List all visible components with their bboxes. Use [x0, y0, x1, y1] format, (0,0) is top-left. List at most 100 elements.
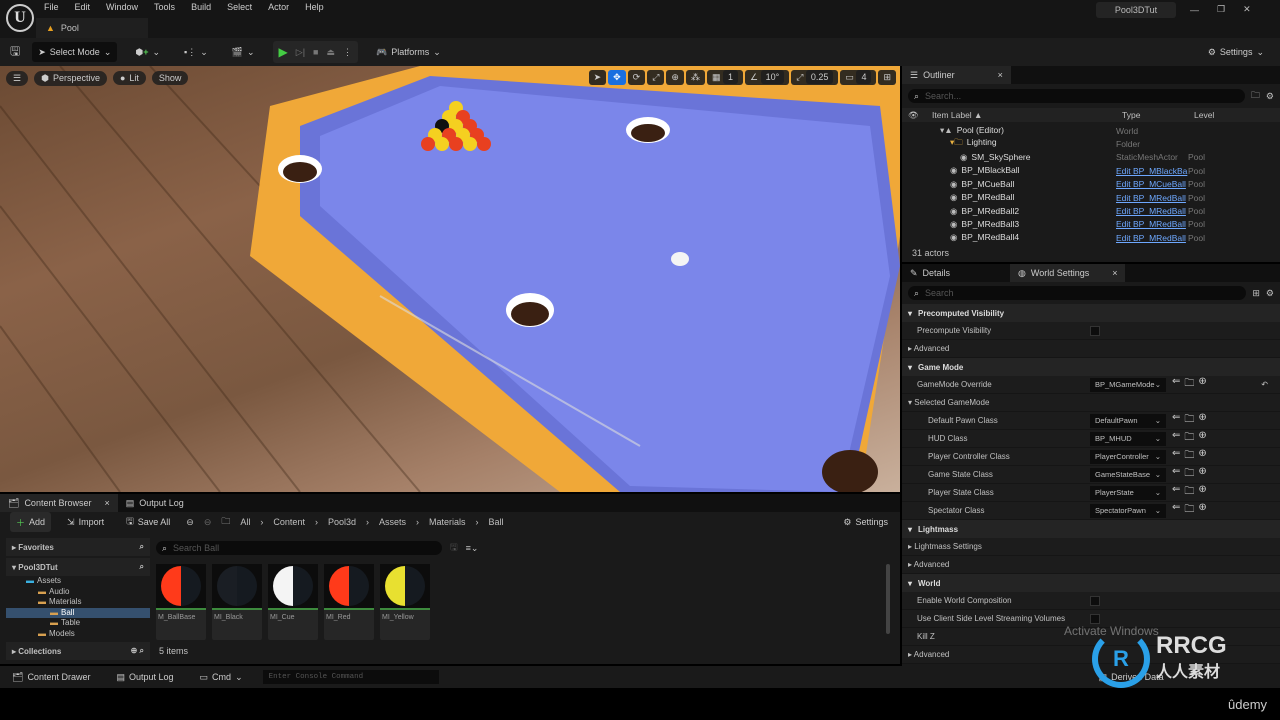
property-label[interactable]: ▸ Advanced [902, 650, 1090, 659]
world-space-icon[interactable]: ⊕ [666, 70, 684, 85]
add-new-icon[interactable]: ⊕ [1198, 484, 1206, 501]
outliner-row[interactable]: ◉ BP_MRedBall4 Edit BP_MRedBall Pool [902, 231, 1280, 244]
close-icon[interactable]: × [1112, 268, 1117, 278]
content-drawer-button[interactable]: 🗂 Content Drawer [6, 667, 96, 687]
property-label[interactable]: ▾ Selected GameMode [902, 398, 1090, 407]
menu-file[interactable]: File [44, 2, 59, 12]
asset-search[interactable]: ⌕ Search Ball [156, 541, 442, 555]
camera-speed-icon[interactable]: ▭ 4 [840, 70, 877, 85]
menu-build[interactable]: Build [191, 2, 211, 12]
reset-icon[interactable]: ↶ [1261, 380, 1268, 389]
class-dropdown[interactable]: PlayerController ⌄ [1090, 449, 1166, 464]
browse-icon[interactable]: 🗀 [1184, 412, 1194, 429]
menu-help[interactable]: Help [305, 2, 324, 12]
step-icon[interactable]: ▷| [296, 47, 305, 58]
folder-item[interactable]: ▬ Materials [6, 597, 150, 608]
col-type[interactable]: Type [1122, 110, 1194, 120]
output-log-button[interactable]: ▤ Output Log [110, 667, 179, 687]
section-header[interactable]: ▾ Game Mode [902, 358, 1280, 376]
cb-settings-button[interactable]: ⚙ Settings [837, 512, 894, 532]
class-dropdown[interactable]: SpectatorPawn ⌄ [1090, 503, 1166, 518]
add-folder-icon[interactable]: 🗀 [1251, 88, 1260, 104]
gear-icon[interactable]: ⚙ [1266, 288, 1274, 299]
search-icon[interactable]: ⌕ [140, 542, 144, 552]
project-header[interactable]: ▾ Pool3DTut ⌕ [6, 558, 150, 576]
breadcrumb-item[interactable]: All [240, 517, 250, 527]
minimize-icon[interactable]: — [1190, 5, 1199, 15]
browse-icon[interactable]: 🗀 [1184, 466, 1194, 483]
console-input[interactable]: Enter Console Command [262, 670, 439, 684]
property-checkbox[interactable] [1090, 613, 1100, 624]
breadcrumb-item[interactable]: Pool3d [328, 517, 356, 527]
rotation-snap-icon[interactable]: ∠ 10° [744, 70, 790, 85]
save-icon[interactable]: 🖫 [10, 42, 20, 63]
use-selected-icon[interactable]: ⇐ [1172, 448, 1180, 465]
move-tool-icon[interactable]: ✥ [608, 70, 626, 85]
asset-scrollbar[interactable] [886, 564, 890, 634]
folder-item[interactable]: ▬ Ball [6, 607, 150, 618]
property-label[interactable]: ▸ Advanced [902, 344, 1090, 353]
folder-item[interactable]: ▬ Audio [6, 587, 150, 598]
cmd-dropdown[interactable]: ▭ Cmd ⌄ [194, 667, 249, 687]
browse-icon[interactable]: 🗀 [1184, 376, 1194, 393]
use-selected-icon[interactable]: ⇐ [1172, 484, 1180, 501]
browse-icon[interactable]: 🗀 [1184, 484, 1194, 501]
level-viewport[interactable]: ☰ ⬢ Perspective ● Lit Show ➤ ✥ ⟳ ⤢ ⊕ ⁂ ▦ 1… [0, 66, 900, 492]
property-checkbox[interactable] [1090, 325, 1100, 336]
tab-details[interactable]: ✎ Details [902, 264, 1010, 282]
use-selected-icon[interactable]: ⇐ [1172, 412, 1180, 429]
save-all-button[interactable]: 🖫 Save All [120, 512, 176, 532]
browse-icon[interactable]: 🗀 [1184, 448, 1194, 465]
add-button[interactable]: ＋ Add [10, 512, 52, 532]
folder-item[interactable]: ▬ Table [6, 618, 150, 629]
maximize-icon[interactable]: ❐ [1217, 4, 1225, 15]
save-search-icon[interactable]: 🖫 [450, 540, 458, 556]
back-icon[interactable]: ⊖ [186, 517, 194, 528]
asset-tile[interactable]: MI_Cue [268, 564, 318, 640]
add-new-icon[interactable]: ⊕ [1198, 466, 1206, 483]
blueprint-button[interactable]: ▪⋮ ⌄ [178, 42, 214, 62]
play-icon[interactable]: ▶ [279, 45, 288, 59]
add-new-icon[interactable]: ⊕ [1198, 430, 1206, 447]
add-new-icon[interactable]: ⊕ [1198, 376, 1206, 393]
menu-tools[interactable]: Tools [154, 2, 175, 12]
import-button[interactable]: ⇲ Import [61, 512, 110, 532]
section-header[interactable]: ▾ Lightmass [902, 520, 1280, 538]
gear-icon[interactable]: ⚙ [1266, 91, 1274, 102]
platforms-dropdown[interactable]: 🎮 Platforms ⌄ [370, 42, 447, 62]
outliner-row[interactable]: ◉ SM_SkySphere StaticMeshActor Pool [902, 151, 1280, 164]
layout-icon[interactable]: ⊞ [878, 70, 896, 85]
row-type[interactable]: Edit BP_MRedBall [1116, 233, 1188, 243]
details-search[interactable]: ⌕ Search [908, 286, 1247, 300]
property-label[interactable]: ▸ Lightmass Settings [902, 542, 1090, 551]
breadcrumb-item[interactable]: Materials [429, 517, 466, 527]
lit-button[interactable]: ● Lit [112, 71, 146, 85]
scale-snap-icon[interactable]: ⤢ 0.25 [791, 70, 839, 85]
breadcrumb-item[interactable]: Content [273, 517, 305, 527]
outliner-row[interactable]: ◉ BP_MCueBall Edit BP_MCueBall Pool [902, 178, 1280, 191]
breadcrumb-item[interactable]: Ball [489, 517, 504, 527]
class-dropdown[interactable]: DefaultPawn ⌄ [1090, 413, 1166, 428]
asset-tile[interactable]: M_BallBase [156, 564, 206, 640]
menu-edit[interactable]: Edit [75, 2, 91, 12]
row-type[interactable]: Edit BP_MCueBall [1116, 179, 1188, 189]
row-type[interactable]: Edit BP_MBlackBa [1116, 166, 1188, 176]
level-tab[interactable]: ▲ Pool [36, 18, 148, 38]
add-actor-button[interactable]: ⬢+ ⌄ [129, 42, 166, 62]
class-dropdown[interactable]: GameStateBase ⌄ [1090, 467, 1166, 482]
asset-tile[interactable]: MI_Yellow [380, 564, 430, 640]
class-dropdown[interactable]: PlayerState ⌄ [1090, 485, 1166, 500]
tab-output-log[interactable]: ▤ Output Log [118, 494, 192, 512]
col-item-label[interactable]: Item Label ▲ [932, 110, 1122, 120]
unreal-logo[interactable]: U [6, 4, 34, 32]
select-mode-dropdown[interactable]: ➤ Select Mode ⌄ [32, 42, 118, 62]
browse-icon[interactable]: 🗀 [1184, 430, 1194, 447]
row-type[interactable]: Edit BP_MRedBall [1116, 206, 1188, 216]
add-collection-icon[interactable]: ⊕ ⌕ [131, 646, 144, 656]
settings-button[interactable]: ⚙ Settings ⌄ [1202, 42, 1270, 62]
row-type[interactable]: Edit BP_MRedBall [1116, 219, 1188, 229]
class-dropdown[interactable]: BP_MHUD ⌄ [1090, 431, 1166, 446]
surface-snap-icon[interactable]: ⁂ [685, 70, 705, 85]
perspective-button[interactable]: ⬢ Perspective [34, 70, 107, 86]
favorites-header[interactable]: ▸ Favorites ⌕ [6, 538, 150, 556]
